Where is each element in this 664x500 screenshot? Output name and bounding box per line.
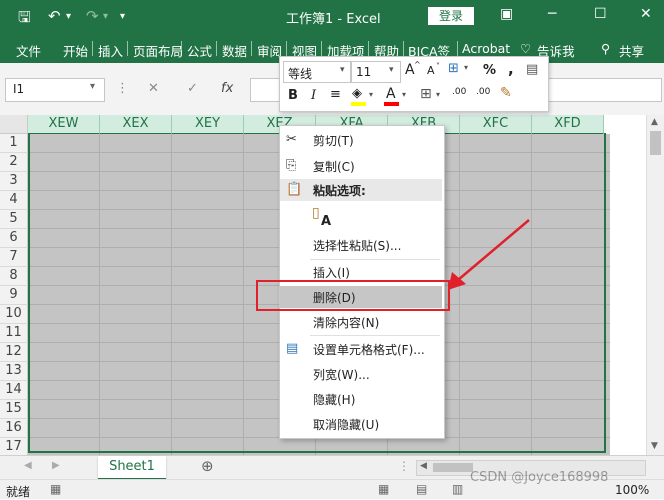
annotation-arrow [448, 219, 530, 290]
watermark: CSDN @Joyce168998 [470, 470, 609, 485]
